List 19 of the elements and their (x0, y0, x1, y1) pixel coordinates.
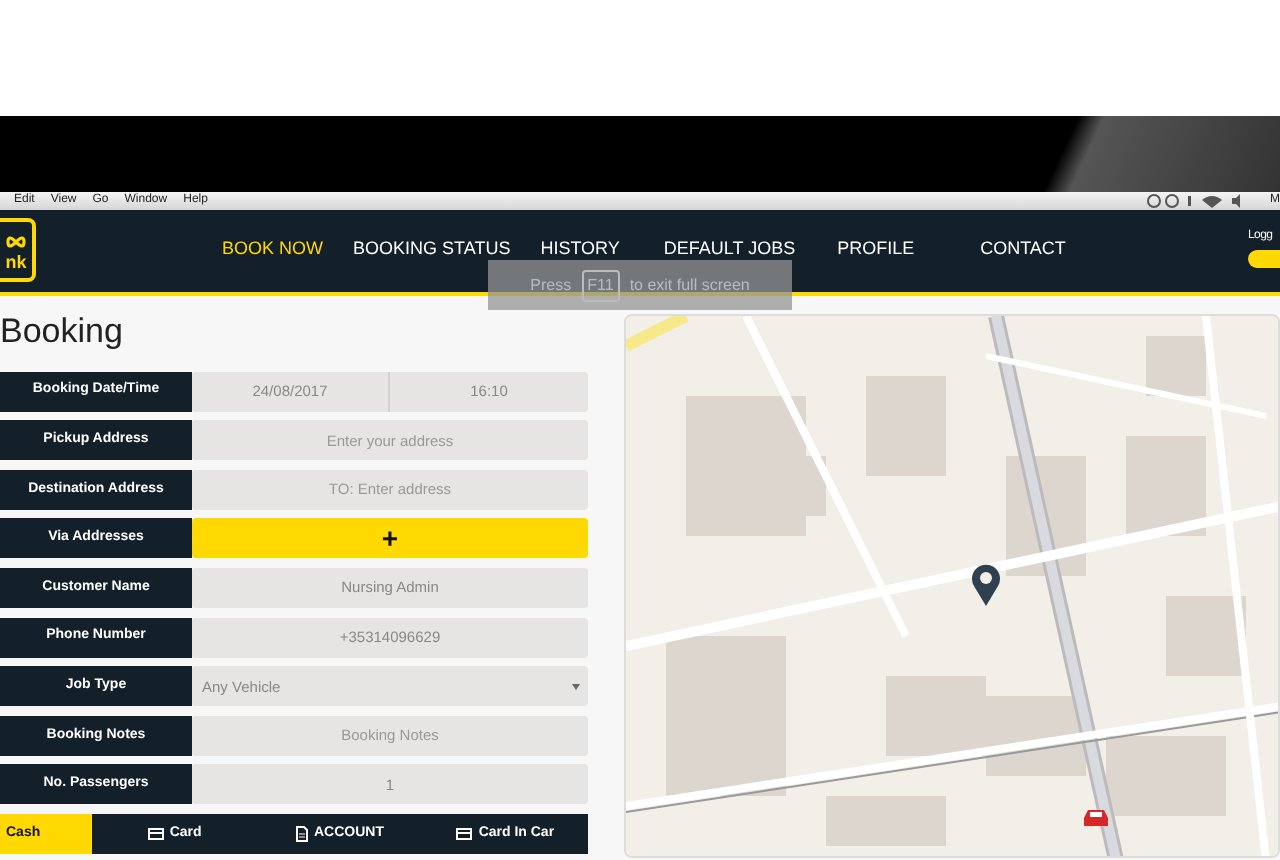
add-button[interactable]: + (192, 518, 588, 559)
caret-icon (572, 683, 580, 690)
map-pin-icon (970, 562, 1002, 606)
page-title: Booking (0, 312, 125, 352)
card-icon (147, 827, 164, 840)
document-icon (296, 825, 308, 842)
hint-text: to exit full screen (629, 273, 750, 297)
card-icon (456, 827, 473, 840)
nav-link[interactable]: DEFAULT JOBS (663, 236, 796, 264)
nav-link[interactable]: CONTACT (980, 236, 1066, 264)
account-button[interactable] (1248, 250, 1280, 268)
nav-link[interactable]: BOOK NOW (222, 236, 324, 264)
nav-link[interactable]: PROFILE (837, 236, 915, 264)
logo[interactable]: nk (0, 218, 36, 282)
hint-text: Press (530, 273, 572, 297)
status-icons (1146, 194, 1246, 208)
nav-link[interactable]: HISTORY (540, 236, 620, 264)
key-label: F11 (581, 269, 620, 301)
nav-link[interactable]: BOOKING STATUS (353, 236, 511, 264)
